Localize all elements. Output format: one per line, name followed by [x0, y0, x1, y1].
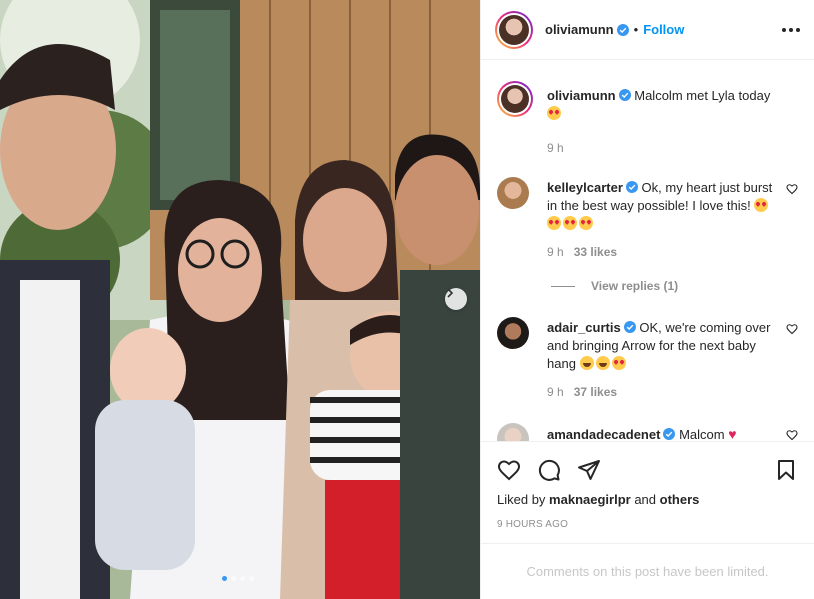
- comment-username[interactable]: kelleylcarter: [547, 180, 623, 195]
- comment-username[interactable]: amandadecadenet: [547, 427, 660, 441]
- like-comment-heart-icon[interactable]: [786, 183, 798, 195]
- comment-time[interactable]: 9 h: [547, 243, 564, 261]
- carousel-dot: [231, 576, 236, 581]
- comment-likes[interactable]: 37 likes: [574, 383, 617, 401]
- like-comment-heart-icon[interactable]: [786, 429, 798, 441]
- verified-badge-icon: [618, 89, 631, 101]
- separator-dot: •: [633, 22, 639, 37]
- comments-limited-notice: Comments on this post have been limited.: [481, 543, 814, 599]
- post-header: oliviamunn • Follow: [481, 0, 814, 60]
- comment-text: Malcom: [679, 427, 725, 441]
- heart-eyes-emoji-icon: [579, 216, 593, 230]
- carousel-dot: [240, 576, 245, 581]
- comment-likes[interactable]: 33 likes: [574, 243, 617, 261]
- author-username[interactable]: oliviamunn: [545, 22, 614, 37]
- bookmark-icon: [778, 460, 794, 480]
- heart-eyes-emoji-icon: [547, 216, 561, 230]
- liked-by: Liked by maknaegirlpr and others: [497, 492, 798, 507]
- author-avatar[interactable]: [497, 81, 533, 117]
- verified-badge-icon: [623, 321, 636, 333]
- more-options-icon[interactable]: [782, 27, 800, 32]
- red-heart-emoji-icon: ♥: [728, 426, 737, 441]
- comment-time[interactable]: 9 h: [547, 383, 564, 401]
- view-replies-button[interactable]: View replies (1): [551, 279, 798, 293]
- chevron-right-icon: [447, 288, 454, 298]
- commenter-avatar[interactable]: [497, 423, 529, 441]
- comment-item: kelleylcarter Ok, my heart just burst in…: [497, 177, 798, 261]
- yum-emoji-icon: [579, 356, 594, 370]
- liked-by-and: and: [634, 492, 657, 507]
- comment-item: amandadecadenet Malcom ♥: [497, 423, 798, 441]
- verified-badge-icon: [663, 428, 676, 440]
- caption-time[interactable]: 9 h: [547, 139, 564, 157]
- heart-eyes-emoji-icon: [563, 216, 577, 230]
- caption: oliviamunn Malcolm met Lyla today 9 h: [497, 81, 798, 157]
- comment-button[interactable]: [537, 458, 561, 482]
- verified-badge-icon: [616, 23, 629, 36]
- grin-emoji-icon: [595, 356, 610, 370]
- view-replies-label: View replies (1): [591, 279, 679, 293]
- liked-by-user[interactable]: maknaegirlpr: [549, 492, 631, 507]
- commenter-avatar[interactable]: [497, 177, 529, 209]
- replies-divider: [551, 285, 575, 287]
- comment-icon: [538, 459, 560, 481]
- heart-icon: [497, 460, 521, 481]
- smiling-hearts-emoji-icon: [611, 356, 626, 370]
- comment-username[interactable]: adair_curtis: [547, 320, 621, 335]
- like-button[interactable]: [497, 458, 521, 482]
- share-button[interactable]: [577, 458, 601, 482]
- post-photo[interactable]: [0, 0, 480, 599]
- heart-eyes-emoji-icon: [547, 106, 561, 120]
- comments-list[interactable]: oliviamunn Malcolm met Lyla today 9 h ke…: [481, 61, 814, 441]
- liked-by-prefix: Liked by: [497, 492, 546, 507]
- carousel-indicator: [222, 576, 254, 581]
- post-actions: Liked by maknaegirlpr and others 9 HOURS…: [481, 441, 814, 530]
- send-icon: [578, 460, 600, 480]
- heart-eyes-emoji-icon: [754, 198, 769, 212]
- carousel-dot: [249, 576, 254, 581]
- post-sidebar: oliviamunn • Follow oliviamunn Malcolm m…: [480, 0, 814, 599]
- commenter-avatar[interactable]: [497, 317, 529, 349]
- follow-button[interactable]: Follow: [643, 22, 684, 37]
- carousel-dot: [222, 576, 227, 581]
- caption-text: Malcolm met Lyla today: [634, 88, 771, 103]
- comment-item: adair_curtis OK, we're coming over and b…: [497, 317, 798, 401]
- next-photo-button[interactable]: [445, 288, 467, 310]
- save-button[interactable]: [774, 458, 798, 482]
- author-avatar[interactable]: [495, 10, 533, 49]
- post-timestamp[interactable]: 9 HOURS AGO: [497, 519, 798, 530]
- like-comment-heart-icon[interactable]: [786, 323, 798, 335]
- family-selfie-image: [0, 0, 480, 599]
- caption-username[interactable]: oliviamunn: [547, 88, 616, 103]
- liked-by-others[interactable]: others: [660, 492, 700, 507]
- verified-badge-icon: [625, 181, 638, 193]
- action-bar: [497, 442, 798, 498]
